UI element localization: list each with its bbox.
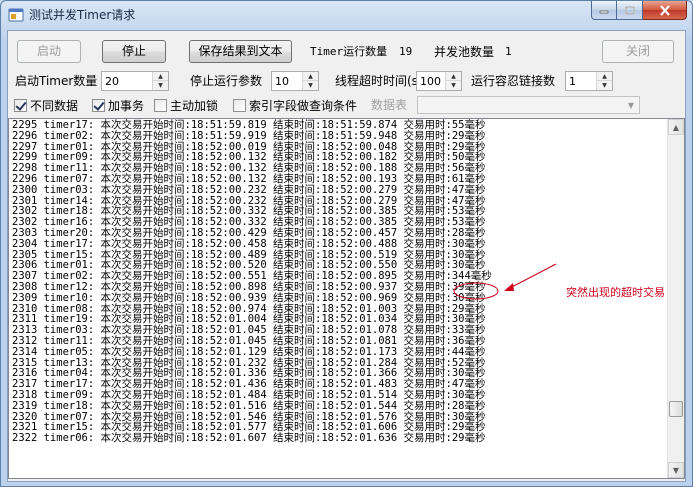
annotation-overlay <box>453 263 557 300</box>
highlight-ellipse <box>453 282 499 300</box>
annotation-arrow-head <box>504 283 514 291</box>
annotation-text: 突然出现的超时交易 <box>566 286 665 299</box>
annotation-arrow-line <box>507 263 557 290</box>
main-window: 测试并发Timer请求 启动 停止 保存结果到文本 Timer运行数量 19 并… <box>0 0 693 487</box>
